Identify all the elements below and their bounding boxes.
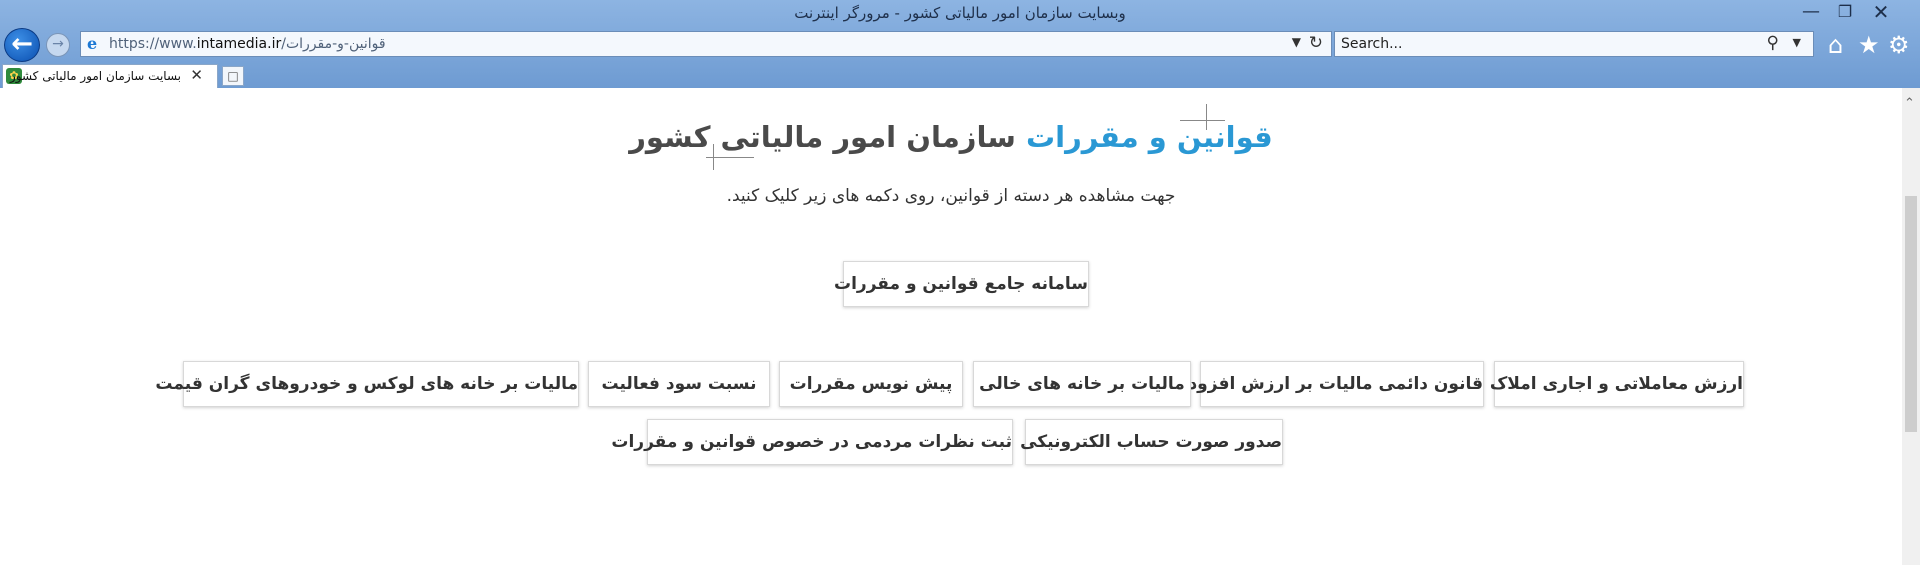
browser-chrome: وبسایت سازمان امور مالیاتی کشور - مرورگر… bbox=[0, 0, 1920, 88]
close-icon[interactable]: ✕ bbox=[1858, 0, 1904, 26]
property-value-button[interactable]: ارزش معاملاتی و اجاری املاک bbox=[1490, 361, 1744, 407]
back-button[interactable]: ← bbox=[4, 28, 40, 62]
vertical-scrollbar[interactable]: ⌃ bbox=[1902, 88, 1920, 565]
public-feedback-button[interactable]: ثبت نظرات مردمی در خصوص قوانین و مقررات bbox=[611, 419, 1013, 465]
address-bar[interactable]: e https://www.intamedia.ir/قوانین-و-مقرر… bbox=[80, 31, 1332, 57]
search-icon[interactable]: ⚲ bbox=[1767, 33, 1779, 53]
favorites-star-icon[interactable]: ★ bbox=[1858, 32, 1880, 58]
luxury-homes-tax-button[interactable]: مالیات بر خانه های لوکس و خودروهای گران … bbox=[155, 361, 579, 407]
forward-button[interactable]: → bbox=[46, 33, 70, 57]
tab-bar: ✿ ✕ بسایت سازمان امور مالیاتی کشور □ bbox=[0, 62, 1920, 88]
tab-close-icon[interactable]: ✕ bbox=[190, 66, 203, 84]
page-subtitle: جهت مشاهده هر دسته از قوانین، روی دکمه ه… bbox=[726, 186, 1176, 206]
scroll-up-icon[interactable]: ⌃ bbox=[1904, 96, 1915, 111]
tab-active[interactable]: ✿ ✕ بسایت سازمان امور مالیاتی کشور bbox=[2, 64, 218, 88]
page-title: قوانین و مقررات سازمان امور مالیاتی کشور bbox=[629, 120, 1273, 154]
vacant-homes-tax-button[interactable]: مالیات بر خانه های خالی bbox=[973, 361, 1191, 407]
draft-regulations-button[interactable]: پیش نویس مقررات bbox=[779, 361, 963, 407]
search-dropdown-icon[interactable]: ▼ bbox=[1793, 36, 1801, 49]
refresh-icon[interactable]: ↻ bbox=[1309, 33, 1323, 53]
tab-title: بسایت سازمان امور مالیاتی کشور bbox=[9, 69, 181, 83]
e-invoice-button[interactable]: صدور صورت حساب الکترونیکی bbox=[1020, 419, 1283, 465]
url-text[interactable]: https://www.intamedia.ir/قوانین-و-مقررات bbox=[109, 36, 386, 52]
home-icon[interactable]: ⌂ bbox=[1828, 32, 1843, 58]
window-title: وبسایت سازمان امور مالیاتی کشور - مرورگر… bbox=[794, 4, 1126, 22]
navigation-bar: ← → e https://www.intamedia.ir/قوانین-و-… bbox=[0, 28, 1920, 62]
laws-portal-button[interactable]: سامانه جامع قوانین و مقررات bbox=[834, 261, 1089, 307]
page-content: قوانین و مقررات سازمان امور مالیاتی کشور… bbox=[0, 88, 1902, 565]
ie-logo-icon: e bbox=[87, 34, 98, 53]
new-tab-button[interactable]: □ bbox=[222, 66, 244, 86]
vat-law-button[interactable]: قانون دائمی مالیات بر ارزش افزوده bbox=[1178, 361, 1484, 407]
scroll-thumb[interactable] bbox=[1905, 196, 1917, 432]
title-bar: وبسایت سازمان امور مالیاتی کشور - مرورگر… bbox=[0, 0, 1920, 28]
profit-ratio-button[interactable]: نسبت سود فعالیت bbox=[588, 361, 770, 407]
chevron-down-icon[interactable]: ▼ bbox=[1292, 35, 1301, 49]
search-input[interactable] bbox=[1341, 34, 1721, 54]
search-box[interactable]: ⚲ ▼ bbox=[1334, 31, 1814, 57]
gear-icon[interactable]: ⚙ bbox=[1888, 32, 1910, 58]
